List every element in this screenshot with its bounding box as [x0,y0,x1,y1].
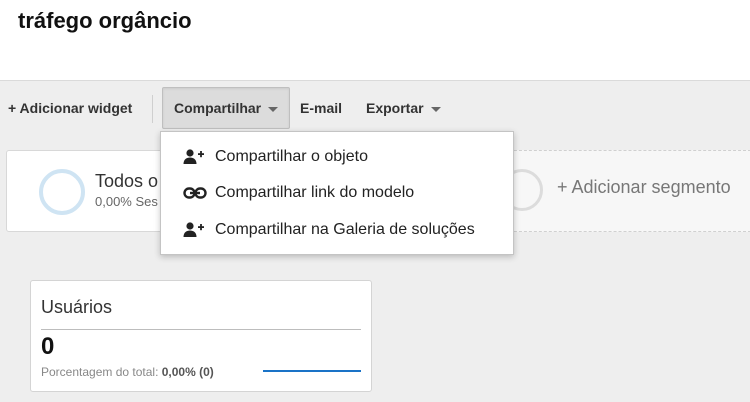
menu-item-label: Compartilhar o objeto [215,148,368,165]
header-bar: tráfego orgâncio [0,0,750,81]
menu-item-share-template-link[interactable]: Compartilhar link do modelo [161,175,513,211]
divider [41,329,361,330]
share-dropdown-menu: Compartilhar o objeto Compartilhar link … [160,131,514,255]
link-icon [183,183,207,203]
toolbar-divider [152,95,153,123]
chevron-down-icon [430,106,441,112]
metric-title: Usuários [41,297,113,317]
add-person-icon [183,147,205,167]
metric-footer-label: Porcentagem do total: [41,365,159,379]
metric-card-users: Usuários 0 Porcentagem do total: 0,00% (… [30,280,372,392]
segment-subtitle: 0,00% Ses [95,194,158,209]
menu-item-label: Compartilhar link do modelo [215,184,415,201]
metric-footer-value: 0,00% (0) [161,365,214,379]
sparkline [263,370,361,372]
metric-footer: Porcentagem do total: 0,00% (0) [41,365,214,379]
dashboard-toolbar: + Adicionar widget Compartilhar E-mail E… [0,81,750,135]
chevron-down-icon [268,106,279,112]
export-button[interactable]: Exportar [366,87,441,129]
metric-value: 0 [41,333,55,360]
add-segment-button[interactable]: + Adicionar segmento [501,150,750,232]
page-title: tráfego orgâncio [18,8,192,33]
share-button[interactable]: Compartilhar [162,87,291,129]
add-segment-label: + Adicionar segmento [557,177,731,197]
segment-ring-icon [39,169,85,215]
menu-item-label: Compartilhar na Galeria de soluções [215,221,475,238]
share-button-label: Compartilhar [174,100,262,116]
email-button[interactable]: E-mail [300,87,342,129]
menu-item-share-solutions-gallery[interactable]: Compartilhar na Galeria de soluções [161,212,513,248]
export-button-label: Exportar [366,100,424,116]
add-widget-button[interactable]: + Adicionar widget [8,87,132,129]
segment-name: Todos o [95,171,159,191]
add-person-icon [183,220,205,240]
menu-item-share-object[interactable]: Compartilhar o objeto [161,139,513,175]
